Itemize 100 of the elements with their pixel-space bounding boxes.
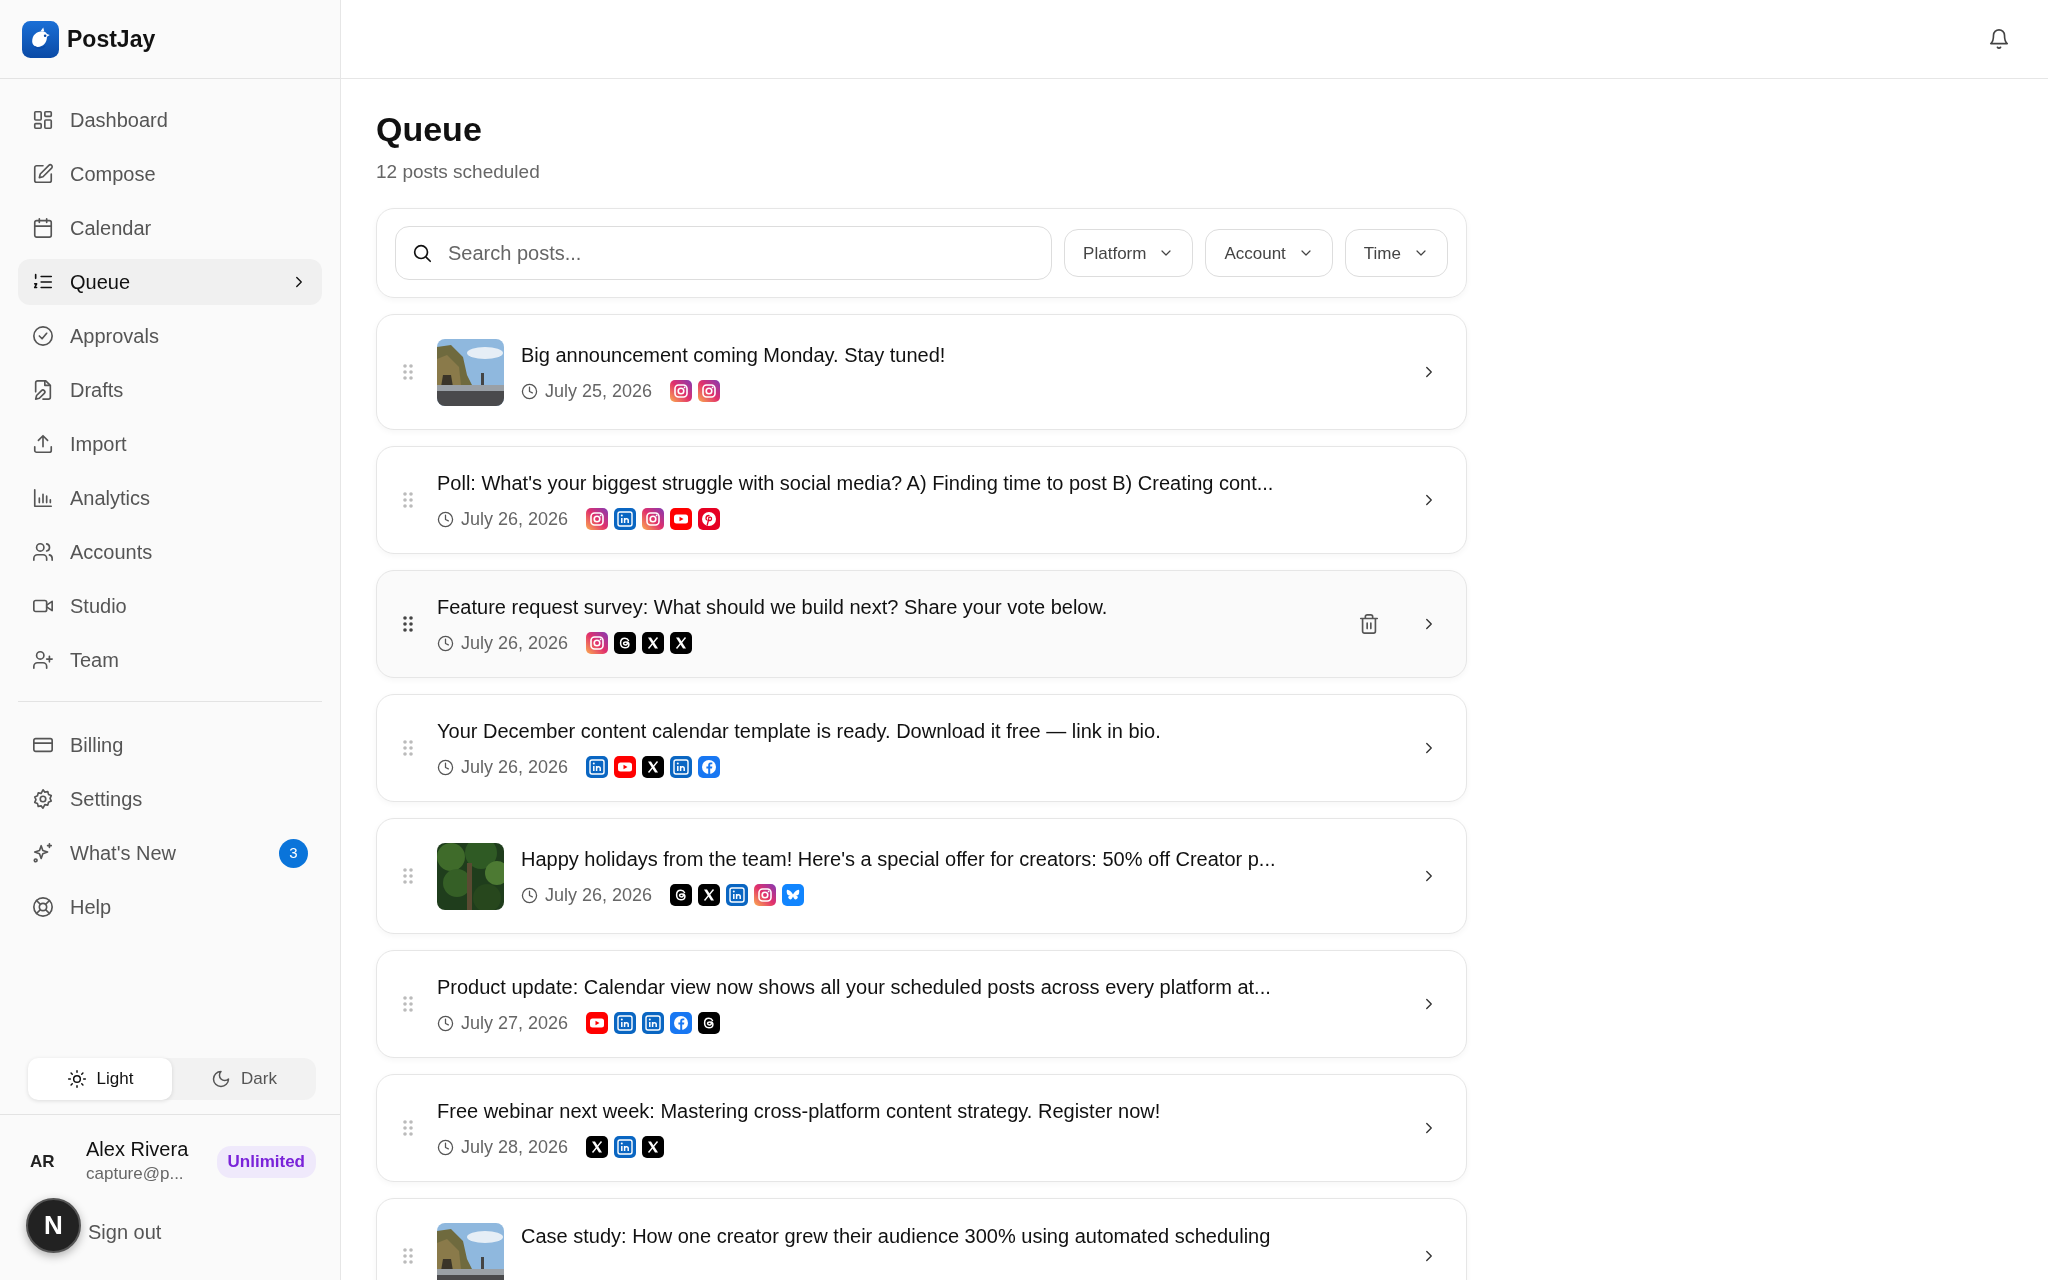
- sidebar-item[interactable]: Compose: [18, 151, 322, 197]
- post-text: Product update: Calendar view now shows all your scheduled posts across every platform at...: [437, 974, 1271, 1000]
- post-card[interactable]: Happy holidays from the team! Here's a special offer for creators: 50% off Creator p... July 26, 2026: [376, 818, 1467, 935]
- x-icon: [586, 1136, 609, 1159]
- post-text: Case study: How one creator grew their audience 300% using automated scheduling: [521, 1224, 1271, 1250]
- post-card[interactable]: Product update: Calendar view now shows all your scheduled posts across every platform at... July 27, 2026: [376, 950, 1467, 1059]
- bar-chart-icon: [32, 487, 54, 509]
- sidebar-item[interactable]: Billing: [18, 722, 322, 768]
- sign-out-link[interactable]: Sign out: [88, 1216, 162, 1247]
- pencil-square-icon: [32, 163, 54, 185]
- grid-icon: [32, 109, 54, 131]
- sidebar-item[interactable]: Accounts: [18, 529, 322, 575]
- threads-icon: [614, 632, 637, 655]
- drag-handle-icon[interactable]: [401, 1246, 415, 1267]
- sidebar-item[interactable]: Drafts: [18, 367, 322, 413]
- linkedin-icon: [586, 756, 609, 779]
- search-field[interactable]: Search posts...: [395, 226, 1053, 281]
- post-text: Your December content calendar template is ready. Download it free — link in bio.: [437, 718, 1161, 744]
- x-icon: [642, 756, 665, 779]
- clock-icon: [437, 1014, 454, 1032]
- sparkles-icon: [32, 842, 54, 864]
- bird-logo-icon: [22, 20, 59, 58]
- post-text: Free webinar next week: Mastering cross-platform content strategy. Register now!: [437, 1098, 1161, 1124]
- sidebar-item[interactable]: Help: [18, 884, 322, 930]
- plan-badge: Unlimited: [216, 1146, 316, 1178]
- youtube-icon: [586, 1012, 609, 1035]
- post-date: July 27, 2026: [461, 1011, 569, 1035]
- filter-dropdown[interactable]: Time: [1344, 229, 1448, 278]
- drag-handle-icon[interactable]: [401, 614, 415, 635]
- post-date: July 26, 2026: [461, 631, 569, 655]
- sidebar-item[interactable]: Queue: [18, 259, 322, 305]
- upload-icon: [32, 433, 54, 455]
- sidebar-item[interactable]: Dashboard: [18, 97, 322, 143]
- linkedin-icon: [614, 508, 637, 531]
- life-buoy-icon: [32, 896, 54, 918]
- dev-indicator-button[interactable]: N: [26, 1198, 81, 1253]
- users-icon: [32, 541, 54, 563]
- linkedin-icon: [642, 1012, 665, 1035]
- x-icon: [642, 1136, 665, 1159]
- user-name: Alex Rivera: [86, 1137, 189, 1161]
- clock-icon: [437, 634, 454, 652]
- linkedin-icon: [614, 1136, 637, 1159]
- sidebar-item[interactable]: Analytics: [18, 475, 322, 521]
- file-pen-icon: [32, 379, 54, 401]
- trash-icon[interactable]: [1358, 613, 1380, 636]
- sidebar-item[interactable]: Calendar: [18, 205, 322, 251]
- post-card[interactable]: Big announcement coming Monday. Stay tuned! July 25, 2026: [376, 314, 1467, 431]
- drag-handle-icon[interactable]: [401, 490, 415, 511]
- clock-icon: [437, 510, 454, 528]
- facebook-icon: [698, 756, 721, 779]
- pinterest-icon: [698, 508, 721, 531]
- post-card[interactable]: Free webinar next week: Mastering cross-platform content strategy. Register now! July 28, 2026: [376, 1074, 1467, 1183]
- bell-icon[interactable]: [1988, 28, 2010, 50]
- clock-icon: [437, 758, 454, 776]
- instagram-icon: [754, 884, 777, 907]
- page-title: Queue: [376, 109, 483, 150]
- post-date: July 28, 2026: [461, 1135, 569, 1159]
- post-text: Big announcement coming Monday. Stay tuned!: [521, 342, 946, 368]
- drag-handle-icon[interactable]: [401, 738, 415, 759]
- post-text: Poll: What's your biggest struggle with social media? A) Finding time to post B) Creating cont...: [437, 470, 1274, 496]
- sidebar-item[interactable]: Approvals: [18, 313, 322, 359]
- clock-icon: [521, 886, 538, 904]
- drag-handle-icon[interactable]: [401, 1118, 415, 1139]
- linkedin-icon: [726, 884, 749, 907]
- user-plus-icon: [32, 649, 54, 671]
- instagram-icon: [670, 380, 693, 403]
- sidebar-item[interactable]: Studio: [18, 583, 322, 629]
- post-text: Happy holidays from the team! Here's a special offer for creators: 50% off Creator p...: [521, 846, 1276, 872]
- post-card[interactable]: Your December content calendar template is ready. Download it free — link in bio. July 26, 2026: [376, 694, 1467, 803]
- sidebar-item[interactable]: Team: [18, 637, 322, 683]
- sidebar-item[interactable]: What's New 3: [18, 830, 322, 876]
- linkedin-icon: [670, 756, 693, 779]
- bluesky-icon: [782, 884, 805, 907]
- youtube-icon: [614, 756, 637, 779]
- drag-handle-icon[interactable]: [401, 994, 415, 1015]
- post-text: Feature request survey: What should we build next? Share your vote below.: [437, 594, 1108, 620]
- count-badge: 3: [279, 838, 308, 868]
- linkedin-icon: [614, 1012, 637, 1035]
- check-circle-icon: [32, 325, 54, 347]
- post-card[interactable]: Feature request survey: What should we build next? Share your vote below. July 26, 2026: [376, 570, 1467, 679]
- drag-handle-icon[interactable]: [401, 362, 415, 383]
- post-date: July 25, 2026: [545, 379, 653, 403]
- search-icon: [411, 242, 433, 265]
- sidebar-item[interactable]: Settings: [18, 776, 322, 822]
- post-card[interactable]: Case study: How one creator grew their audience 300% using automated scheduling: [376, 1198, 1467, 1280]
- post-date: July 26, 2026: [461, 507, 569, 531]
- theme-option[interactable]: Dark: [172, 1058, 316, 1100]
- filter-dropdown[interactable]: Account: [1205, 229, 1333, 278]
- threads-icon: [698, 1012, 721, 1035]
- theme-option[interactable]: Light: [28, 1058, 172, 1100]
- instagram-icon: [586, 508, 609, 531]
- x-icon: [642, 632, 665, 655]
- facebook-icon: [670, 1012, 693, 1035]
- drag-handle-icon[interactable]: [401, 866, 415, 887]
- filter-dropdown[interactable]: Platform: [1064, 229, 1194, 278]
- sidebar-item[interactable]: Import: [18, 421, 322, 467]
- settings-icon: [32, 788, 54, 810]
- post-card[interactable]: Poll: What's your biggest struggle with social media? A) Finding time to post B) Creating cont... July 26, 2026: [376, 446, 1467, 555]
- clock-icon: [437, 1138, 454, 1156]
- post-date: July 26, 2026: [545, 883, 653, 907]
